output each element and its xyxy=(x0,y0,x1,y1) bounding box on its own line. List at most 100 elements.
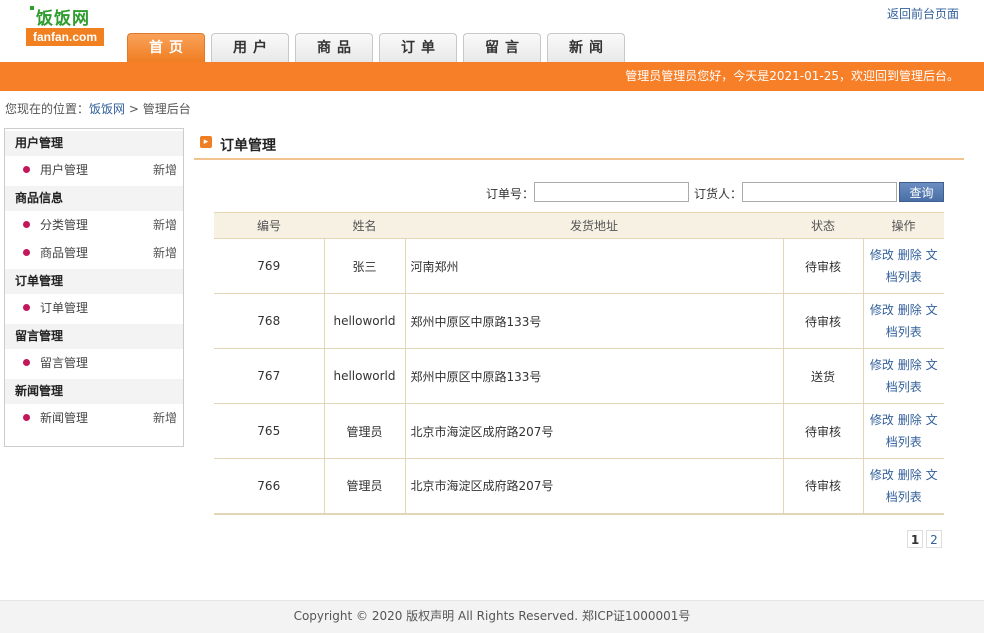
edit-link[interactable]: 修改 xyxy=(870,468,894,482)
cell-id: 766 xyxy=(214,458,325,515)
nav-tab-orders[interactable]: 订单 xyxy=(379,33,457,62)
breadcrumb-current: 管理后台 xyxy=(142,102,191,116)
breadcrumb: 您现在的位置：饭饭网 > 管理后台 xyxy=(5,100,191,117)
sidebar-item-order-management[interactable]: 订单管理 xyxy=(5,294,183,322)
cell-status: 待审核 xyxy=(783,293,864,349)
cell-id: 769 xyxy=(214,238,325,294)
sidebar-item-label: 新闻管理 xyxy=(40,411,89,425)
cell-actions: 修改 删除 文档列表 xyxy=(863,293,944,349)
table-row: 769 张三 河南郑州 待审核 修改 删除 文档列表 xyxy=(214,238,944,294)
sidebar-item-message-management[interactable]: 留言管理 xyxy=(5,349,183,377)
main-content: ▸ 订单管理 订单号： 订货人： 查询 编号 姓名 发货地址 状态 操作 769… xyxy=(194,128,964,548)
nav-tab-users[interactable]: 用户 xyxy=(211,33,289,62)
table-row: 766 管理员 北京市海淀区成府路207号 待审核 修改 删除 文档列表 xyxy=(214,458,944,515)
nav-tab-products[interactable]: 商品 xyxy=(295,33,373,62)
cell-status: 送货 xyxy=(783,348,864,404)
breadcrumb-prefix: 您现在的位置： xyxy=(5,102,90,116)
breadcrumb-home-link[interactable]: 饭饭网 xyxy=(89,102,125,116)
sidebar-group-news: 新闻管理 xyxy=(5,379,183,404)
sidebar-item-product-management[interactable]: 商品管理 新增 xyxy=(5,239,183,267)
site-logo[interactable]: 饭饭网 fanfan.com xyxy=(26,4,104,46)
order-number-label: 订单号： xyxy=(486,187,535,201)
bullet-icon xyxy=(23,166,30,173)
sidebar-group-products: 商品信息 xyxy=(5,186,183,211)
search-button[interactable]: 查询 xyxy=(899,182,944,202)
sidebar-item-label: 留言管理 xyxy=(40,356,89,370)
footer: Copyright © 2020 版权声明 All Rights Reserve… xyxy=(0,600,984,633)
table-row: 767 helloworld 郑州中原区中原路133号 送货 修改 删除 文档列… xyxy=(214,348,944,404)
bullet-icon xyxy=(23,359,30,366)
page-link[interactable]: 2 xyxy=(926,530,942,548)
cell-name: 管理员 xyxy=(324,403,406,459)
order-number-input[interactable] xyxy=(534,182,689,202)
copyright-text: Copyright © 2020 版权声明 All Rights Reserve… xyxy=(293,609,691,623)
sidebar-item-label: 用户管理 xyxy=(40,163,89,177)
breadcrumb-separator: > xyxy=(128,102,139,116)
delete-link[interactable]: 删除 xyxy=(898,303,922,317)
cell-address: 北京市海淀区成府路207号 xyxy=(405,403,784,459)
sidebar-item-news-management[interactable]: 新闻管理 新增 xyxy=(5,404,183,432)
cell-id: 768 xyxy=(214,293,325,349)
sidebar-item-user-management[interactable]: 用户管理 新增 xyxy=(5,156,183,184)
sidebar-item-label: 分类管理 xyxy=(40,218,89,232)
bullet-icon xyxy=(23,414,30,421)
edit-link[interactable]: 修改 xyxy=(870,303,894,317)
edit-link[interactable]: 修改 xyxy=(870,358,894,372)
add-news-link[interactable]: 新增 xyxy=(153,404,177,432)
logo-text-en: fanfan.com xyxy=(26,28,104,46)
edit-link[interactable]: 修改 xyxy=(870,248,894,262)
cell-actions: 修改 删除 文档列表 xyxy=(863,348,944,404)
sidebar-group-messages: 留言管理 xyxy=(5,324,183,349)
delete-link[interactable]: 删除 xyxy=(898,468,922,482)
cell-status: 待审核 xyxy=(783,403,864,459)
sidebar-item-category-management[interactable]: 分类管理 新增 xyxy=(5,211,183,239)
sidebar: 用户管理 用户管理 新增 商品信息 分类管理 新增 商品管理 新增 订单管理 订… xyxy=(4,128,184,447)
sidebar-item-label: 订单管理 xyxy=(40,301,89,315)
table-header-row: 编号 姓名 发货地址 状态 操作 xyxy=(214,212,944,239)
search-bar: 订单号： 订货人： 查询 xyxy=(194,182,944,204)
add-category-link[interactable]: 新增 xyxy=(153,211,177,239)
column-header-actions: 操作 xyxy=(863,212,944,239)
orderer-input[interactable] xyxy=(742,182,897,202)
orderer-label: 订货人： xyxy=(694,187,743,201)
column-header-status: 状态 xyxy=(783,212,863,239)
cell-name: helloworld xyxy=(324,293,406,349)
cell-id: 765 xyxy=(214,403,325,459)
cell-actions: 修改 删除 文档列表 xyxy=(863,458,944,515)
sidebar-group-orders: 订单管理 xyxy=(5,269,183,294)
cell-address: 郑州中原区中原路133号 xyxy=(405,348,784,404)
cell-address: 河南郑州 xyxy=(405,238,784,294)
cell-address: 北京市海淀区成府路207号 xyxy=(405,458,784,515)
bullet-icon xyxy=(23,304,30,311)
cell-name: helloworld xyxy=(324,348,406,404)
nav-tab-home[interactable]: 首页 xyxy=(127,33,205,62)
edit-link[interactable]: 修改 xyxy=(870,413,894,427)
cell-actions: 修改 删除 文档列表 xyxy=(863,403,944,459)
back-to-frontend-link[interactable]: 返回前台页面 xyxy=(887,5,959,22)
cell-status: 待审核 xyxy=(783,238,864,294)
table-row: 768 helloworld 郑州中原区中原路133号 待审核 修改 删除 文档… xyxy=(214,293,944,349)
welcome-text: 管理员管理员您好，今天是2021-01-25，欢迎回到管理后台。 xyxy=(625,69,959,83)
add-product-link[interactable]: 新增 xyxy=(153,239,177,267)
add-user-link[interactable]: 新增 xyxy=(153,156,177,184)
column-header-id: 编号 xyxy=(214,212,324,239)
cell-name: 管理员 xyxy=(324,458,406,515)
cell-status: 待审核 xyxy=(783,458,864,515)
page-title: 订单管理 xyxy=(220,138,276,154)
nav-tab-messages[interactable]: 留言 xyxy=(463,33,541,62)
delete-link[interactable]: 删除 xyxy=(898,358,922,372)
cell-address: 郑州中原区中原路133号 xyxy=(405,293,784,349)
cell-id: 767 xyxy=(214,348,325,404)
logo-dot xyxy=(30,6,34,10)
header: 饭饭网 fanfan.com 返回前台页面 首页 用户 商品 订单 留言 新闻 xyxy=(0,0,984,62)
delete-link[interactable]: 删除 xyxy=(898,413,922,427)
section-arrow-icon: ▸ xyxy=(200,136,212,148)
sidebar-item-label: 商品管理 xyxy=(40,246,89,260)
column-header-name: 姓名 xyxy=(324,212,405,239)
table-row: 765 管理员 北京市海淀区成府路207号 待审核 修改 删除 文档列表 xyxy=(214,403,944,459)
welcome-bar: 管理员管理员您好，今天是2021-01-25，欢迎回到管理后台。 xyxy=(0,62,984,91)
nav-tab-news[interactable]: 新闻 xyxy=(547,33,625,62)
delete-link[interactable]: 删除 xyxy=(898,248,922,262)
page-current: 1 xyxy=(907,530,923,548)
sidebar-group-users: 用户管理 xyxy=(5,131,183,156)
